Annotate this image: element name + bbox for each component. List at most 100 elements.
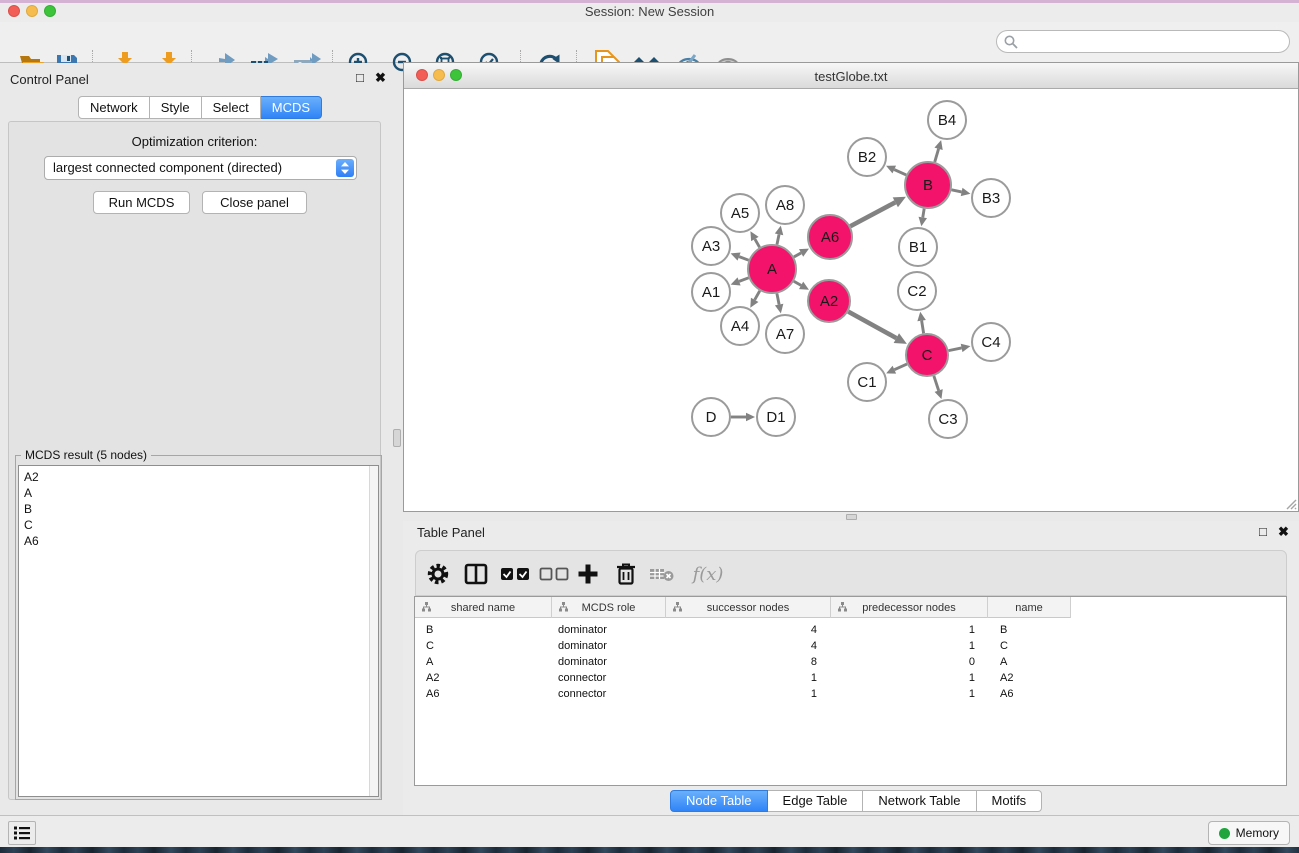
- mcds-result-item[interactable]: A: [19, 485, 378, 501]
- graph-node-label: A6: [821, 229, 839, 246]
- graph-edge-A-A7[interactable]: [777, 294, 779, 305]
- table-cell: 1: [831, 670, 975, 686]
- graph-node-label: B: [923, 177, 933, 194]
- close-panel-icon[interactable]: ✖: [375, 71, 386, 85]
- network-window-title: testGlobe.txt: [404, 69, 1298, 84]
- table-cell: A2: [1000, 670, 1013, 686]
- control-panel-title: Control Panel: [10, 72, 89, 87]
- table-cell: 1: [831, 638, 975, 654]
- task-history-button[interactable]: [8, 821, 36, 845]
- graph-edge-A-A1[interactable]: [739, 278, 749, 282]
- graph-edge-B-B2[interactable]: [894, 170, 906, 175]
- graph-edge-A-A5[interactable]: [755, 239, 760, 247]
- mcds-result-item[interactable]: A2: [19, 469, 378, 485]
- graph-node-label: A1: [702, 284, 720, 301]
- close-panel-icon[interactable]: ✖: [1278, 525, 1289, 539]
- column-header-successor-nodes[interactable]: successor nodes: [666, 597, 831, 618]
- horizontal-splitter-handle[interactable]: [846, 514, 857, 520]
- tab-select[interactable]: Select: [202, 96, 261, 119]
- table-cell: dominator: [558, 654, 607, 670]
- criterion-dropdown[interactable]: largest connected component (directed): [44, 156, 357, 180]
- select-all-columns-icon[interactable]: [498, 560, 532, 588]
- column-header-predecessor-nodes[interactable]: predecessor nodes: [831, 597, 988, 618]
- table-cell: 1: [666, 670, 817, 686]
- column-header-name[interactable]: name: [988, 597, 1071, 618]
- delete-column-trash-icon[interactable]: [612, 560, 640, 588]
- show-columns-icon[interactable]: [462, 560, 490, 588]
- graph-node-label: A5: [731, 205, 749, 222]
- table-settings-gear-icon[interactable]: [424, 560, 452, 588]
- float-panel-icon[interactable]: □: [1259, 525, 1267, 539]
- tab-style[interactable]: Style: [150, 96, 202, 119]
- mcds-result-list[interactable]: A2ABCA6: [18, 465, 379, 797]
- table-row[interactable]: Cdominator41C: [415, 638, 1286, 654]
- tab-network[interactable]: Network: [78, 96, 150, 119]
- table-row[interactable]: Bdominator41B: [415, 622, 1286, 638]
- graph-edge-arrowhead: [917, 312, 925, 322]
- search-input[interactable]: [1022, 33, 1289, 51]
- table-row[interactable]: A6connector11A6: [415, 686, 1286, 702]
- graph-edge-B-B4[interactable]: [935, 149, 939, 162]
- table-cell: 1: [831, 686, 975, 702]
- graph-edge-arrowhead: [919, 217, 927, 227]
- run-mcds-button[interactable]: Run MCDS: [93, 191, 190, 214]
- table-row[interactable]: A2connector11A2: [415, 670, 1286, 686]
- graph-edge-C-C2[interactable]: [922, 321, 924, 334]
- table-cell: connector: [558, 686, 606, 702]
- float-panel-icon[interactable]: □: [356, 71, 364, 85]
- tab-node-table[interactable]: Node Table: [670, 790, 768, 812]
- mcds-result-title: MCDS result (5 nodes): [21, 448, 151, 462]
- table-row[interactable]: Adominator80A: [415, 654, 1286, 670]
- graph-edge-A-A4[interactable]: [755, 291, 760, 300]
- dropdown-stepper-icon: [336, 159, 354, 177]
- tab-mcds[interactable]: MCDS: [261, 96, 322, 119]
- network-canvas[interactable]: B4B2BB3B1A5A8A6A3AA1A2C2A4A7C4CC1C3DD1: [404, 89, 1298, 511]
- mcds-result-item[interactable]: C: [19, 517, 378, 533]
- column-header-shared-name[interactable]: shared name: [415, 597, 552, 618]
- create-column-plus-icon[interactable]: [574, 560, 602, 588]
- graph-edge-A-A3[interactable]: [739, 257, 749, 261]
- delete-table-icon[interactable]: [648, 560, 676, 588]
- search-field: [996, 30, 1290, 53]
- graph-node-label: A: [767, 261, 777, 278]
- graph-edge-C-C1[interactable]: [894, 364, 907, 370]
- column-header-label: shared name: [451, 602, 515, 614]
- graph-node-label: A8: [776, 197, 794, 214]
- tab-network-table[interactable]: Network Table: [863, 790, 976, 812]
- resize-grip-icon[interactable]: [1283, 496, 1297, 510]
- table-cell: 4: [666, 622, 817, 638]
- tab-motifs[interactable]: Motifs: [977, 790, 1043, 812]
- graph-edge-B-B3[interactable]: [952, 190, 962, 192]
- graph-node-label: B4: [938, 112, 956, 129]
- graph-edge-A-A2[interactable]: [794, 281, 801, 285]
- graph-edge-B-B1[interactable]: [923, 209, 924, 218]
- unselect-all-columns-icon[interactable]: [537, 560, 571, 588]
- memory-button[interactable]: Memory: [1208, 821, 1290, 845]
- graph-edge-A-A6[interactable]: [794, 253, 801, 257]
- column-header-label: successor nodes: [707, 602, 790, 614]
- table-cell: B: [1000, 622, 1007, 638]
- graph-edge-C-C4[interactable]: [949, 348, 962, 351]
- column-header-mcds-role[interactable]: MCDS role: [552, 597, 666, 618]
- scrollbar-track[interactable]: [369, 466, 378, 796]
- graph-edge-arrowhead: [775, 226, 783, 236]
- graph-node-label: A3: [702, 238, 720, 255]
- graph-edge-C-C3[interactable]: [934, 376, 939, 391]
- table-cell: connector: [558, 670, 606, 686]
- table-cell: A: [1000, 654, 1007, 670]
- network-window-titlebar[interactable]: testGlobe.txt: [404, 63, 1298, 89]
- graph-edge-A2-C[interactable]: [848, 312, 896, 338]
- mcds-result-item[interactable]: B: [19, 501, 378, 517]
- graph-edge-A-A8[interactable]: [777, 234, 779, 244]
- graph-edge-A6-B[interactable]: [850, 202, 895, 226]
- table-cell: A6: [1000, 686, 1013, 702]
- function-builder-icon[interactable]: f(x): [688, 560, 728, 588]
- node-table[interactable]: shared name MCDS role successor nodes prede…: [414, 596, 1287, 786]
- close-panel-button[interactable]: Close panel: [202, 191, 307, 214]
- vertical-splitter-handle[interactable]: [393, 429, 401, 447]
- optimization-criterion-label: Optimization criterion:: [9, 134, 380, 149]
- table-toolbar: f(x): [415, 550, 1287, 596]
- tab-edge-table[interactable]: Edge Table: [768, 790, 864, 812]
- titlebar-accent-strip: [0, 0, 1299, 3]
- mcds-result-item[interactable]: A6: [19, 533, 378, 549]
